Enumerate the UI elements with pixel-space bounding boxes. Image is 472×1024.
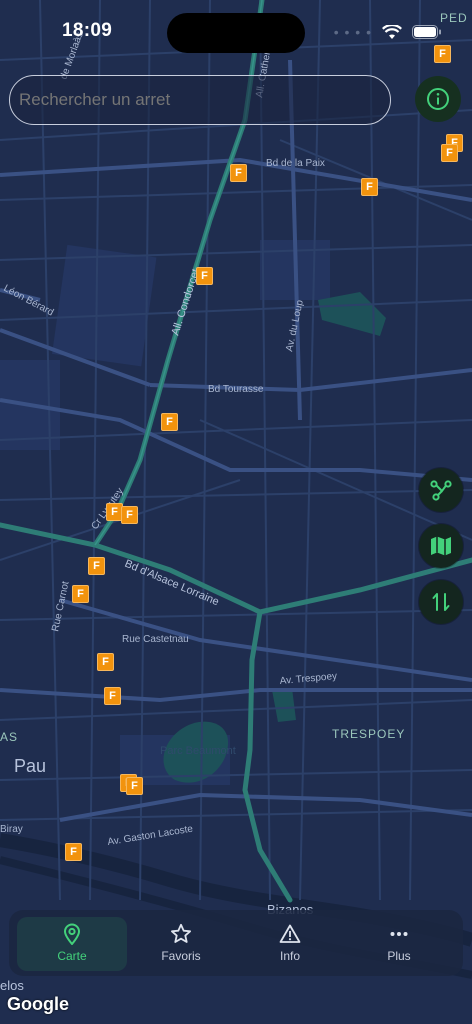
status-icons: • • • • (334, 22, 442, 42)
swap-direction-button[interactable] (419, 580, 463, 624)
stop-marker[interactable]: F (441, 144, 458, 162)
stop-marker[interactable]: F (230, 164, 247, 182)
stop-marker[interactable]: F (161, 413, 178, 431)
map-label-elos: elos (0, 978, 24, 993)
route-network-button[interactable] (419, 468, 463, 512)
tab-label: Favoris (161, 949, 201, 963)
map-label-parc-beaumont: Parc Beaumont (160, 745, 236, 757)
status-bar: 18:09 • • • • (0, 0, 472, 60)
stop-marker[interactable]: F (88, 557, 105, 575)
battery-icon (412, 25, 441, 39)
stop-marker[interactable]: F (196, 267, 213, 285)
tab-label: Plus (387, 949, 411, 963)
dynamic-island (167, 13, 305, 53)
info-icon (427, 88, 449, 110)
tab-info[interactable]: Info (235, 917, 345, 971)
swap-vertical-icon (432, 593, 450, 611)
stop-marker[interactable]: F (104, 687, 121, 705)
tab-label: Carte (57, 949, 87, 963)
star-icon (171, 923, 191, 943)
more-icon (390, 932, 408, 936)
map-label-bd-tourasse: Bd Tourasse (208, 384, 264, 395)
wifi-icon (382, 24, 402, 39)
stop-marker[interactable]: F (97, 653, 114, 671)
stop-marker[interactable]: F (126, 777, 143, 795)
stop-marker[interactable]: F (65, 843, 82, 861)
map-label-biray: Biray (0, 824, 23, 835)
stop-marker[interactable]: F (361, 178, 378, 196)
map-label-as: AS (0, 730, 18, 744)
map-label-pau: Pau (14, 756, 46, 776)
stop-marker[interactable]: F (72, 585, 89, 603)
bottom-tab-bar: Carte Favoris Info Plus (9, 910, 463, 976)
status-time: 18:09 (62, 20, 113, 41)
map-view[interactable]: Bd de la Paix All. Condorcet Av. du Loup… (0, 0, 472, 1024)
stop-marker[interactable]: F (121, 506, 138, 524)
info-button[interactable] (415, 76, 461, 122)
tab-label: Info (279, 949, 300, 963)
map-icon (431, 536, 451, 556)
google-attribution[interactable]: Google (7, 994, 69, 1015)
tab-plus[interactable]: Plus (344, 917, 454, 971)
search-input[interactable] (9, 75, 391, 125)
route-network-icon (430, 480, 452, 501)
map-label-trespoey: TRESPOEY (332, 727, 405, 741)
map-label-bd-de-la-paix: Bd de la Paix (266, 158, 325, 169)
map-layers-button[interactable] (419, 524, 463, 568)
tab-carte[interactable]: Carte (17, 917, 127, 971)
map-label-rue-castetnau: Rue Castetnau (122, 634, 189, 645)
warning-icon (279, 924, 301, 943)
signal-dots-icon: • • • • (333, 24, 372, 40)
map-pin-icon (63, 923, 81, 945)
tab-favoris[interactable]: Favoris (126, 917, 236, 971)
